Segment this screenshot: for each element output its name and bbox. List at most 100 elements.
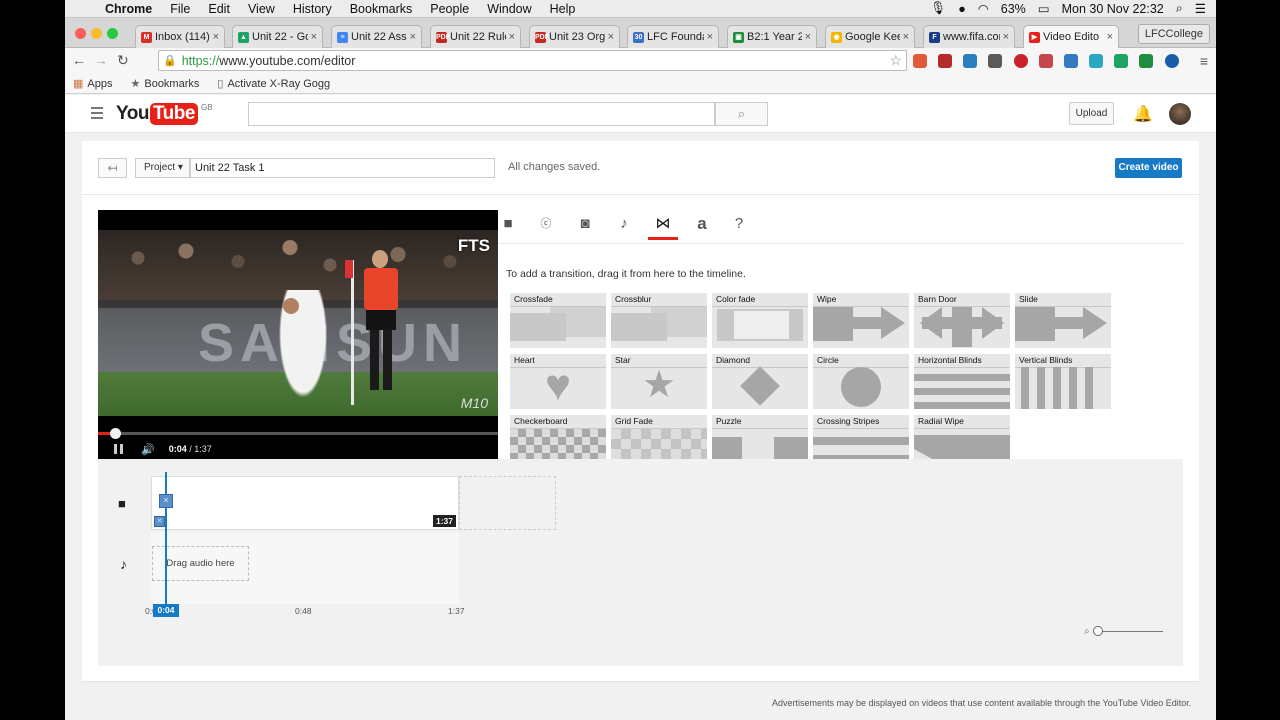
tab-close-icon[interactable]: ×: [410, 31, 416, 43]
browser-tab[interactable]: ≡Unit 22 Asses×: [331, 25, 422, 48]
transition-tile[interactable]: Checkerboard: [510, 415, 606, 463]
music-note-icon[interactable]: ♪: [609, 210, 639, 240]
extension-mail-icon[interactable]: [913, 54, 927, 68]
transition-tile[interactable]: Circle: [813, 354, 909, 409]
browser-tab[interactable]: PDFUnit 23 Organ×: [529, 25, 620, 48]
transition-tile[interactable]: Radial Wipe: [914, 415, 1010, 463]
creative-commons-icon[interactable]: ⓒ: [531, 210, 561, 240]
tab-close-icon[interactable]: ×: [1107, 31, 1113, 43]
menu-help[interactable]: Help: [550, 2, 576, 16]
minimize-window-button[interactable]: [91, 28, 102, 39]
back-arrow-icon[interactable]: ←: [72, 52, 86, 68]
video-camera-icon[interactable]: ■: [493, 210, 523, 240]
extension-classroom-icon[interactable]: [1139, 54, 1153, 68]
menu-people[interactable]: People: [430, 2, 469, 16]
browser-tab[interactable]: ▲Unit 22 - Goo×: [232, 25, 323, 48]
browser-tab[interactable]: 30LFC Foundatio×: [627, 25, 719, 48]
extension-play-icon[interactable]: [1165, 54, 1179, 68]
zoom-slider[interactable]: [1092, 626, 1163, 636]
zoom-window-button[interactable]: [107, 28, 118, 39]
extension-film-icon[interactable]: [938, 54, 952, 68]
tab-close-icon[interactable]: ×: [1003, 31, 1009, 43]
scrubber-handle[interactable]: [109, 428, 121, 439]
extension-v-icon[interactable]: [1089, 54, 1103, 68]
spotlight-icon[interactable]: ⌕: [1176, 1, 1183, 16]
bookmark-xray[interactable]: ▯ Activate X-Ray Gogg: [217, 77, 330, 91]
create-video-button[interactable]: Create video: [1115, 158, 1182, 178]
tab-close-icon[interactable]: ×: [213, 31, 219, 43]
tab-close-icon[interactable]: ×: [311, 31, 317, 43]
transition-tile[interactable]: Crossfade: [510, 293, 606, 348]
transition-tile[interactable]: Horizontal Blinds: [914, 354, 1010, 409]
transition-tile[interactable]: Star ★: [611, 354, 707, 409]
bookmark-star-icon[interactable]: ☆: [889, 52, 902, 69]
transition-tile[interactable]: Grid Fade: [611, 415, 707, 463]
clip-drop-zone[interactable]: [459, 476, 556, 530]
transition-tile[interactable]: Slide: [1015, 293, 1111, 348]
menu-window[interactable]: Window: [487, 2, 531, 16]
camera-icon[interactable]: ◙: [570, 210, 600, 240]
extension-s-icon[interactable]: [963, 54, 977, 68]
browser-tab[interactable]: ▶ Video Edito ×: [1023, 25, 1119, 48]
search-input[interactable]: [248, 102, 715, 126]
menu-file[interactable]: File: [170, 2, 190, 16]
zoom-slider-knob[interactable]: [1092, 626, 1103, 636]
transition-tile[interactable]: Barn Door: [914, 293, 1010, 348]
playhead-handle-top[interactable]: ✕: [159, 494, 173, 508]
text-icon[interactable]: a: [687, 210, 717, 240]
playback-progress[interactable]: [98, 428, 498, 439]
menu-view[interactable]: View: [248, 2, 275, 16]
extension-drive-icon[interactable]: [1114, 54, 1128, 68]
tab-close-icon[interactable]: ×: [707, 31, 713, 43]
profile-button[interactable]: LFCCollege: [1137, 24, 1210, 44]
menu-chrome[interactable]: Chrome: [105, 2, 152, 16]
pause-icon[interactable]: [114, 444, 123, 454]
playhead-handle-bottom[interactable]: ✕: [154, 516, 165, 527]
transition-tile[interactable]: Diamond: [712, 354, 808, 409]
reload-icon[interactable]: ↻: [117, 52, 129, 69]
transition-tile[interactable]: Wipe: [813, 293, 909, 348]
transitions-bowtie-icon[interactable]: ⋈: [648, 210, 678, 240]
avatar[interactable]: [1169, 103, 1191, 125]
browser-tab[interactable]: MInbox (114) -×: [135, 25, 225, 48]
video-clip[interactable]: 1:37: [151, 476, 459, 530]
help-icon[interactable]: ?: [724, 210, 754, 240]
video-player[interactable]: SAMSUN FTS M10 🔊 0:04 / 1:37: [98, 210, 498, 459]
browser-tab[interactable]: ◉Google Keep×: [825, 25, 915, 48]
tab-close-icon[interactable]: ×: [805, 31, 811, 43]
extension-cloud-icon[interactable]: [1064, 54, 1078, 68]
wifi-icon[interactable]: ◠: [978, 1, 989, 16]
tab-close-icon[interactable]: ×: [608, 31, 614, 43]
battery-percent[interactable]: 63%: [1001, 2, 1026, 16]
transition-tile[interactable]: Vertical Blinds: [1015, 354, 1111, 409]
battery-icon[interactable]: ▭: [1038, 1, 1050, 16]
extension-pocket-icon[interactable]: [988, 54, 1002, 68]
transition-tile[interactable]: Crossing Stripes: [813, 415, 909, 463]
menu-edit[interactable]: Edit: [208, 2, 230, 16]
bookmark-apps[interactable]: ▦ Apps: [73, 77, 112, 91]
browser-tab[interactable]: ▣B2:1 Year 2 B×: [727, 25, 817, 48]
extension-calendar-icon[interactable]: [1039, 54, 1053, 68]
transition-tile[interactable]: Puzzle: [712, 415, 808, 463]
address-bar[interactable]: 🔒 https:// www.youtube.com/editor ☆: [158, 50, 907, 71]
menu-history[interactable]: History: [293, 2, 332, 16]
close-window-button[interactable]: [75, 28, 86, 39]
bell-icon[interactable]: 🔔: [1133, 104, 1153, 124]
notification-icon[interactable]: ●: [958, 2, 966, 16]
bookmark-bookmarks[interactable]: ★ Bookmarks: [130, 77, 199, 91]
browser-tab[interactable]: Fwww.fifa.com×: [923, 25, 1015, 48]
transition-tile[interactable]: Color fade: [712, 293, 808, 348]
transition-tile[interactable]: Crossblur: [611, 293, 707, 348]
extension-pinterest-icon[interactable]: [1014, 54, 1028, 68]
project-menu-button[interactable]: Project ▾: [135, 158, 190, 178]
tab-close-icon[interactable]: ×: [509, 31, 515, 43]
clock[interactable]: Mon 30 Nov 22:32: [1062, 2, 1164, 16]
guide-menu-icon[interactable]: [91, 107, 103, 122]
upload-button[interactable]: Upload: [1069, 102, 1114, 125]
back-to-projects-button[interactable]: ↤: [98, 158, 127, 178]
playhead[interactable]: [165, 472, 167, 610]
chrome-menu-icon[interactable]: ≡: [1200, 53, 1208, 69]
transition-tile[interactable]: Heart ♥: [510, 354, 606, 409]
forward-arrow-icon[interactable]: →: [94, 52, 108, 68]
tab-close-icon[interactable]: ×: [903, 31, 909, 43]
